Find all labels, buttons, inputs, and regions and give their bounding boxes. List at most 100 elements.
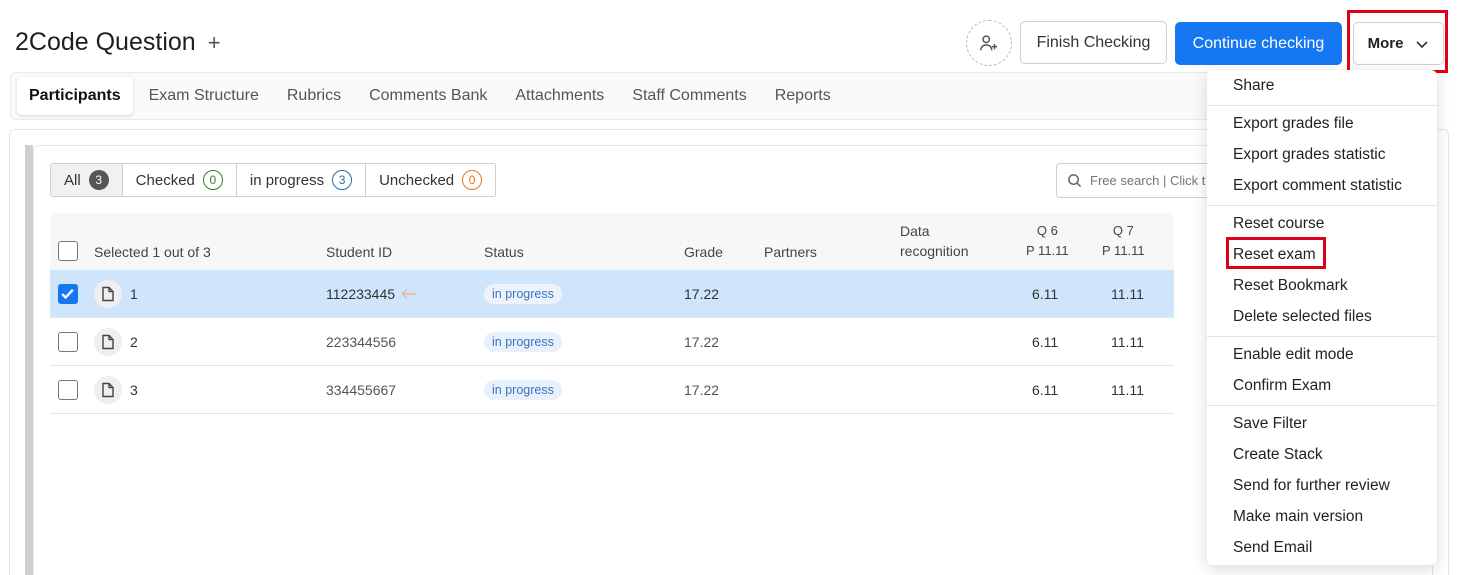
row-number: 3 <box>130 382 138 398</box>
menu-divider <box>1207 336 1437 337</box>
tab-attachments[interactable]: Attachments <box>503 77 616 115</box>
menu-item-confirm-exam[interactable]: Confirm Exam <box>1233 377 1331 395</box>
status-badge: in progress <box>484 332 562 352</box>
col-q7[interactable]: Q 7 P 11.11 <box>1102 221 1145 261</box>
q7-cell: 11.11 <box>1111 286 1144 302</box>
status-badge: in progress <box>484 380 562 400</box>
filter-in-progress[interactable]: in progress 3 <box>236 164 367 196</box>
file-icon[interactable] <box>94 376 122 404</box>
table-row[interactable]: 2 223344556 in progress 17.22 6.11 11.11 <box>50 318 1174 366</box>
col-q6-line1: Q 6 <box>1036 223 1058 238</box>
q7-cell: 11.11 <box>1111 382 1144 398</box>
tab-participants[interactable]: Participants <box>17 77 133 115</box>
filter-in-progress-label: in progress <box>249 171 325 189</box>
selected-count-text: Selected 1 out of 3 <box>94 244 211 260</box>
add-title-button[interactable]: + <box>208 30 221 56</box>
tab-reports[interactable]: Reports <box>763 77 843 115</box>
q7-cell: 11.11 <box>1111 334 1144 350</box>
chevron-down-icon <box>1416 40 1428 48</box>
student-id-text: 112233445 <box>326 286 396 302</box>
search-box[interactable] <box>1056 163 1216 198</box>
col-student-id[interactable]: Student ID <box>326 242 392 262</box>
more-dropdown-menu: Share Export grades file Export grades s… <box>1207 70 1437 565</box>
menu-divider <box>1207 205 1437 206</box>
menu-item-make-main-version[interactable]: Make main version <box>1233 508 1363 526</box>
arrow-left-icon <box>401 288 417 300</box>
file-icon[interactable] <box>94 280 122 308</box>
menu-item-export-comment-statistic[interactable]: Export comment statistic <box>1233 177 1402 195</box>
more-button[interactable]: More <box>1353 22 1444 65</box>
status-cell: in progress <box>484 270 562 318</box>
col-data-recognition-line1: Data <box>900 223 930 239</box>
tab-comments-bank[interactable]: Comments Bank <box>357 77 499 115</box>
menu-item-share[interactable]: Share <box>1233 77 1274 95</box>
page-title-text: 2Code Question <box>15 28 196 56</box>
q6-cell: 6.11 <box>1032 334 1059 350</box>
continue-checking-button[interactable]: Continue checking <box>1175 22 1342 65</box>
col-q6[interactable]: Q 6 P 11.11 <box>1026 221 1069 261</box>
row-checkbox[interactable] <box>58 332 78 352</box>
menu-item-delete-selected-files[interactable]: Delete selected files <box>1233 308 1372 326</box>
table-header: Selected 1 out of 3 Student ID Status Gr… <box>50 213 1174 270</box>
row-number: 1 <box>130 286 138 302</box>
filter-unchecked-label: Unchecked <box>379 171 455 189</box>
col-status[interactable]: Status <box>484 242 524 262</box>
filter-checked[interactable]: Checked 0 <box>122 164 237 196</box>
filter-checked-count: 0 <box>202 170 223 190</box>
q6-cell: 6.11 <box>1032 286 1059 302</box>
q6-cell: 6.11 <box>1032 382 1059 398</box>
menu-item-send-for-further-review[interactable]: Send for further review <box>1233 477 1390 495</box>
table-row[interactable]: 3 334455667 in progress 17.22 6.11 11.11 <box>50 366 1174 414</box>
status-filter-group: All 3 Checked 0 in progress 3 Unchecked … <box>50 163 497 197</box>
tabs-bar: Participants Exam Structure Rubrics Comm… <box>10 72 1250 120</box>
menu-item-export-grades-statistic[interactable]: Export grades statistic <box>1233 146 1385 164</box>
menu-item-save-filter[interactable]: Save Filter <box>1233 415 1307 433</box>
tab-staff-comments[interactable]: Staff Comments <box>620 77 758 115</box>
row-checkbox[interactable] <box>58 284 78 304</box>
menu-item-send-email[interactable]: Send Email <box>1233 539 1312 557</box>
tab-rubrics[interactable]: Rubrics <box>275 77 353 115</box>
filter-checked-label: Checked <box>135 171 195 189</box>
filter-all-label: All <box>64 171 81 189</box>
menu-item-export-grades-file[interactable]: Export grades file <box>1233 115 1354 133</box>
col-data-recognition[interactable]: Data recognition <box>900 221 969 261</box>
table-row[interactable]: 1 112233445 in progress 17.22 6.11 11.11 <box>50 270 1174 318</box>
col-q7-line2: P 11.11 <box>1102 243 1145 258</box>
side-scroll-bar[interactable] <box>25 145 33 575</box>
grade-cell: 17.22 <box>684 382 720 398</box>
menu-divider <box>1207 105 1437 106</box>
menu-item-create-stack[interactable]: Create Stack <box>1233 446 1323 464</box>
col-q7-line1: Q 7 <box>1112 223 1134 238</box>
select-all-checkbox[interactable] <box>58 241 78 261</box>
menu-item-reset-exam[interactable]: Reset exam <box>1233 246 1316 264</box>
file-icon[interactable] <box>94 328 122 356</box>
finish-checking-button[interactable]: Finish Checking <box>1020 21 1167 64</box>
tab-exam-structure[interactable]: Exam Structure <box>137 77 271 115</box>
col-data-recognition-line2: recognition <box>900 243 969 259</box>
col-partners[interactable]: Partners <box>764 242 817 262</box>
add-user-button[interactable] <box>966 20 1012 66</box>
row-number: 2 <box>130 334 138 350</box>
menu-item-enable-edit-mode[interactable]: Enable edit mode <box>1233 346 1354 364</box>
search-icon <box>1068 174 1082 188</box>
student-id-cell: 223344556 <box>326 334 397 350</box>
search-input[interactable] <box>1090 173 1210 188</box>
filter-all-count: 3 <box>88 170 109 190</box>
student-id-cell: 112233445 <box>326 270 417 318</box>
menu-item-reset-bookmark[interactable]: Reset Bookmark <box>1233 277 1348 295</box>
status-cell: in progress <box>484 318 562 366</box>
col-grade[interactable]: Grade <box>684 242 723 262</box>
add-user-icon <box>980 35 998 51</box>
filter-in-progress-count: 3 <box>332 170 353 190</box>
grade-cell: 17.22 <box>684 286 720 302</box>
menu-divider <box>1207 405 1437 406</box>
grade-cell: 17.22 <box>684 334 720 350</box>
row-checkbox[interactable] <box>58 380 78 400</box>
filter-all[interactable]: All 3 <box>51 164 123 196</box>
status-badge: in progress <box>484 284 562 304</box>
check-icon <box>61 288 74 300</box>
status-cell: in progress <box>484 366 562 414</box>
menu-item-reset-course[interactable]: Reset course <box>1233 215 1324 233</box>
filter-unchecked[interactable]: Unchecked 0 <box>366 164 496 196</box>
student-id-cell: 334455667 <box>326 382 397 398</box>
